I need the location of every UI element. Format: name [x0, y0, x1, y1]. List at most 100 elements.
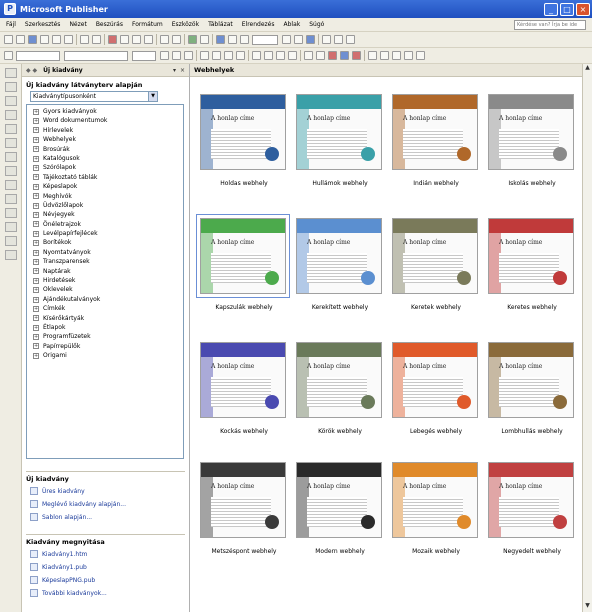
expand-icon[interactable]: + [33, 268, 39, 275]
arrow-tool-icon[interactable] [4, 152, 17, 162]
design-gallery-tool-icon[interactable] [4, 250, 17, 260]
text-box-tool-icon[interactable] [4, 82, 17, 92]
expand-icon[interactable]: + [33, 202, 39, 209]
line-style-icon[interactable] [368, 51, 377, 60]
expand-icon[interactable]: + [33, 127, 39, 134]
expand-icon[interactable]: + [33, 287, 39, 294]
shadow-style-icon[interactable] [404, 51, 413, 60]
category-list-item[interactable]: + Szórólapok [33, 163, 183, 172]
menu-view[interactable]: Nézet [69, 21, 86, 28]
numbering-icon[interactable] [252, 51, 261, 60]
expand-icon[interactable]: + [33, 230, 39, 237]
category-list-item[interactable]: + Névjegyek [33, 210, 183, 219]
bold-icon[interactable] [160, 51, 169, 60]
category-list-item[interactable]: + Ajándékutalványok [33, 295, 183, 304]
template-tile[interactable]: A honlap címe Lebegés webhely [392, 342, 480, 435]
recent-file-link[interactable]: KépeslapPNG.pub [30, 575, 185, 585]
vertical-scrollbar[interactable]: ▲ ▼ [582, 64, 592, 612]
expand-icon[interactable]: + [33, 352, 39, 359]
template-tile[interactable]: A honlap címe Holdas webhely [200, 94, 288, 187]
style-combo[interactable] [16, 50, 60, 61]
blank-publication-link[interactable]: Üres kiadvány [30, 486, 185, 496]
print-preview-icon[interactable] [64, 35, 73, 44]
scroll-down-icon[interactable]: ▼ [583, 602, 592, 612]
category-list-item[interactable]: + Word dokumentumok [33, 116, 183, 125]
expand-icon[interactable]: + [33, 343, 39, 350]
category-list-item[interactable]: + Katalógusok [33, 154, 183, 163]
close-icon[interactable]: × [180, 67, 185, 74]
bullets-icon[interactable] [264, 51, 273, 60]
font-combo[interactable] [64, 50, 128, 61]
expand-icon[interactable]: + [33, 249, 39, 256]
web-tools-icon[interactable] [322, 35, 331, 44]
picture-tool-icon[interactable] [4, 124, 17, 134]
expand-icon[interactable]: + [33, 193, 39, 200]
category-list-item[interactable]: + Brosúrák [33, 145, 183, 154]
template-tile[interactable]: A honlap címe Kockás webhely [200, 342, 288, 435]
menu-arrange[interactable]: Elrendezés [242, 21, 275, 28]
dash-style-icon[interactable] [380, 51, 389, 60]
font-size-up-icon[interactable] [304, 51, 313, 60]
maximize-icon[interactable]: □ [560, 2, 574, 16]
category-list-item[interactable]: + Hirdetések [33, 276, 183, 285]
from-template-link[interactable]: Sablon alapján... [30, 512, 185, 522]
save-icon[interactable] [28, 35, 37, 44]
search-icon[interactable] [40, 35, 49, 44]
template-tile[interactable]: A honlap címe Indián webhely [392, 94, 480, 187]
decrease-indent-icon[interactable] [276, 51, 285, 60]
menu-table[interactable]: Táblázat [208, 21, 233, 28]
expand-icon[interactable]: + [33, 221, 39, 228]
expand-icon[interactable]: + [33, 155, 39, 162]
italic-icon[interactable] [172, 51, 181, 60]
justify-icon[interactable] [236, 51, 245, 60]
category-list-item[interactable]: + Origami [33, 351, 183, 360]
styles-icon[interactable] [4, 51, 13, 60]
menu-help[interactable]: Súgó [309, 21, 324, 28]
menu-edit[interactable]: Szerkesztés [25, 21, 61, 28]
zoom-out-icon[interactable] [282, 35, 291, 44]
font-color-icon[interactable] [352, 51, 361, 60]
template-tile[interactable]: A honlap címe Iskolás webhely [488, 94, 576, 187]
chevron-down-icon[interactable]: ▾ [173, 67, 176, 74]
print-icon[interactable] [52, 35, 61, 44]
arrow-style-icon[interactable] [392, 51, 401, 60]
template-tile[interactable]: A honlap címe Mozaik webhely [392, 462, 480, 555]
spelling-icon[interactable] [80, 35, 89, 44]
expand-icon[interactable]: + [33, 334, 39, 341]
increase-indent-icon[interactable] [288, 51, 297, 60]
help-icon[interactable] [306, 35, 315, 44]
category-list-item[interactable]: + Önéletrajzok [33, 220, 183, 229]
fill-color-icon[interactable] [328, 51, 337, 60]
category-list-item[interactable]: + Nyomtatványok [33, 248, 183, 257]
font-size-combo[interactable] [132, 50, 156, 61]
scroll-up-icon[interactable]: ▲ [583, 64, 592, 74]
undo-icon[interactable] [160, 35, 169, 44]
redo-icon[interactable] [172, 35, 181, 44]
form-control-tool-icon[interactable] [4, 222, 17, 232]
menu-file[interactable]: Fájl [6, 21, 16, 28]
category-list-item[interactable]: + Papírrepülők [33, 342, 183, 351]
chevron-down-icon[interactable]: ▼ [148, 92, 157, 101]
line-tool-icon[interactable] [4, 138, 17, 148]
template-tile[interactable]: A honlap címe Metszéspont webhely [200, 462, 288, 555]
zoom-in-icon[interactable] [294, 35, 303, 44]
cut-icon[interactable] [108, 35, 117, 44]
category-list-item[interactable]: + Programfüzetek [33, 332, 183, 341]
underline-icon[interactable] [184, 51, 193, 60]
template-tile[interactable]: A honlap címe Körök webhely [296, 342, 384, 435]
category-list-item[interactable]: + Gyors kiadványok [33, 107, 183, 116]
recent-file-link[interactable]: Kiadvány1.pub [30, 562, 185, 572]
expand-icon[interactable]: + [33, 108, 39, 115]
3d-style-icon[interactable] [416, 51, 425, 60]
paragraph-icon[interactable] [240, 35, 249, 44]
expand-icon[interactable]: + [33, 305, 39, 312]
category-list-item[interactable]: + Hírlevelek [33, 126, 183, 135]
template-tile[interactable]: A honlap címe Negyedelt webhely [488, 462, 576, 555]
align-left-icon[interactable] [200, 51, 209, 60]
select-tool-icon[interactable] [4, 68, 17, 78]
research-icon[interactable] [92, 35, 101, 44]
category-list-item[interactable]: + Üdvözlőlapok [33, 201, 183, 210]
expand-icon[interactable]: + [33, 174, 39, 181]
category-list-item[interactable]: + Webhelyek [33, 135, 183, 144]
minimize-icon[interactable]: _ [544, 2, 558, 16]
